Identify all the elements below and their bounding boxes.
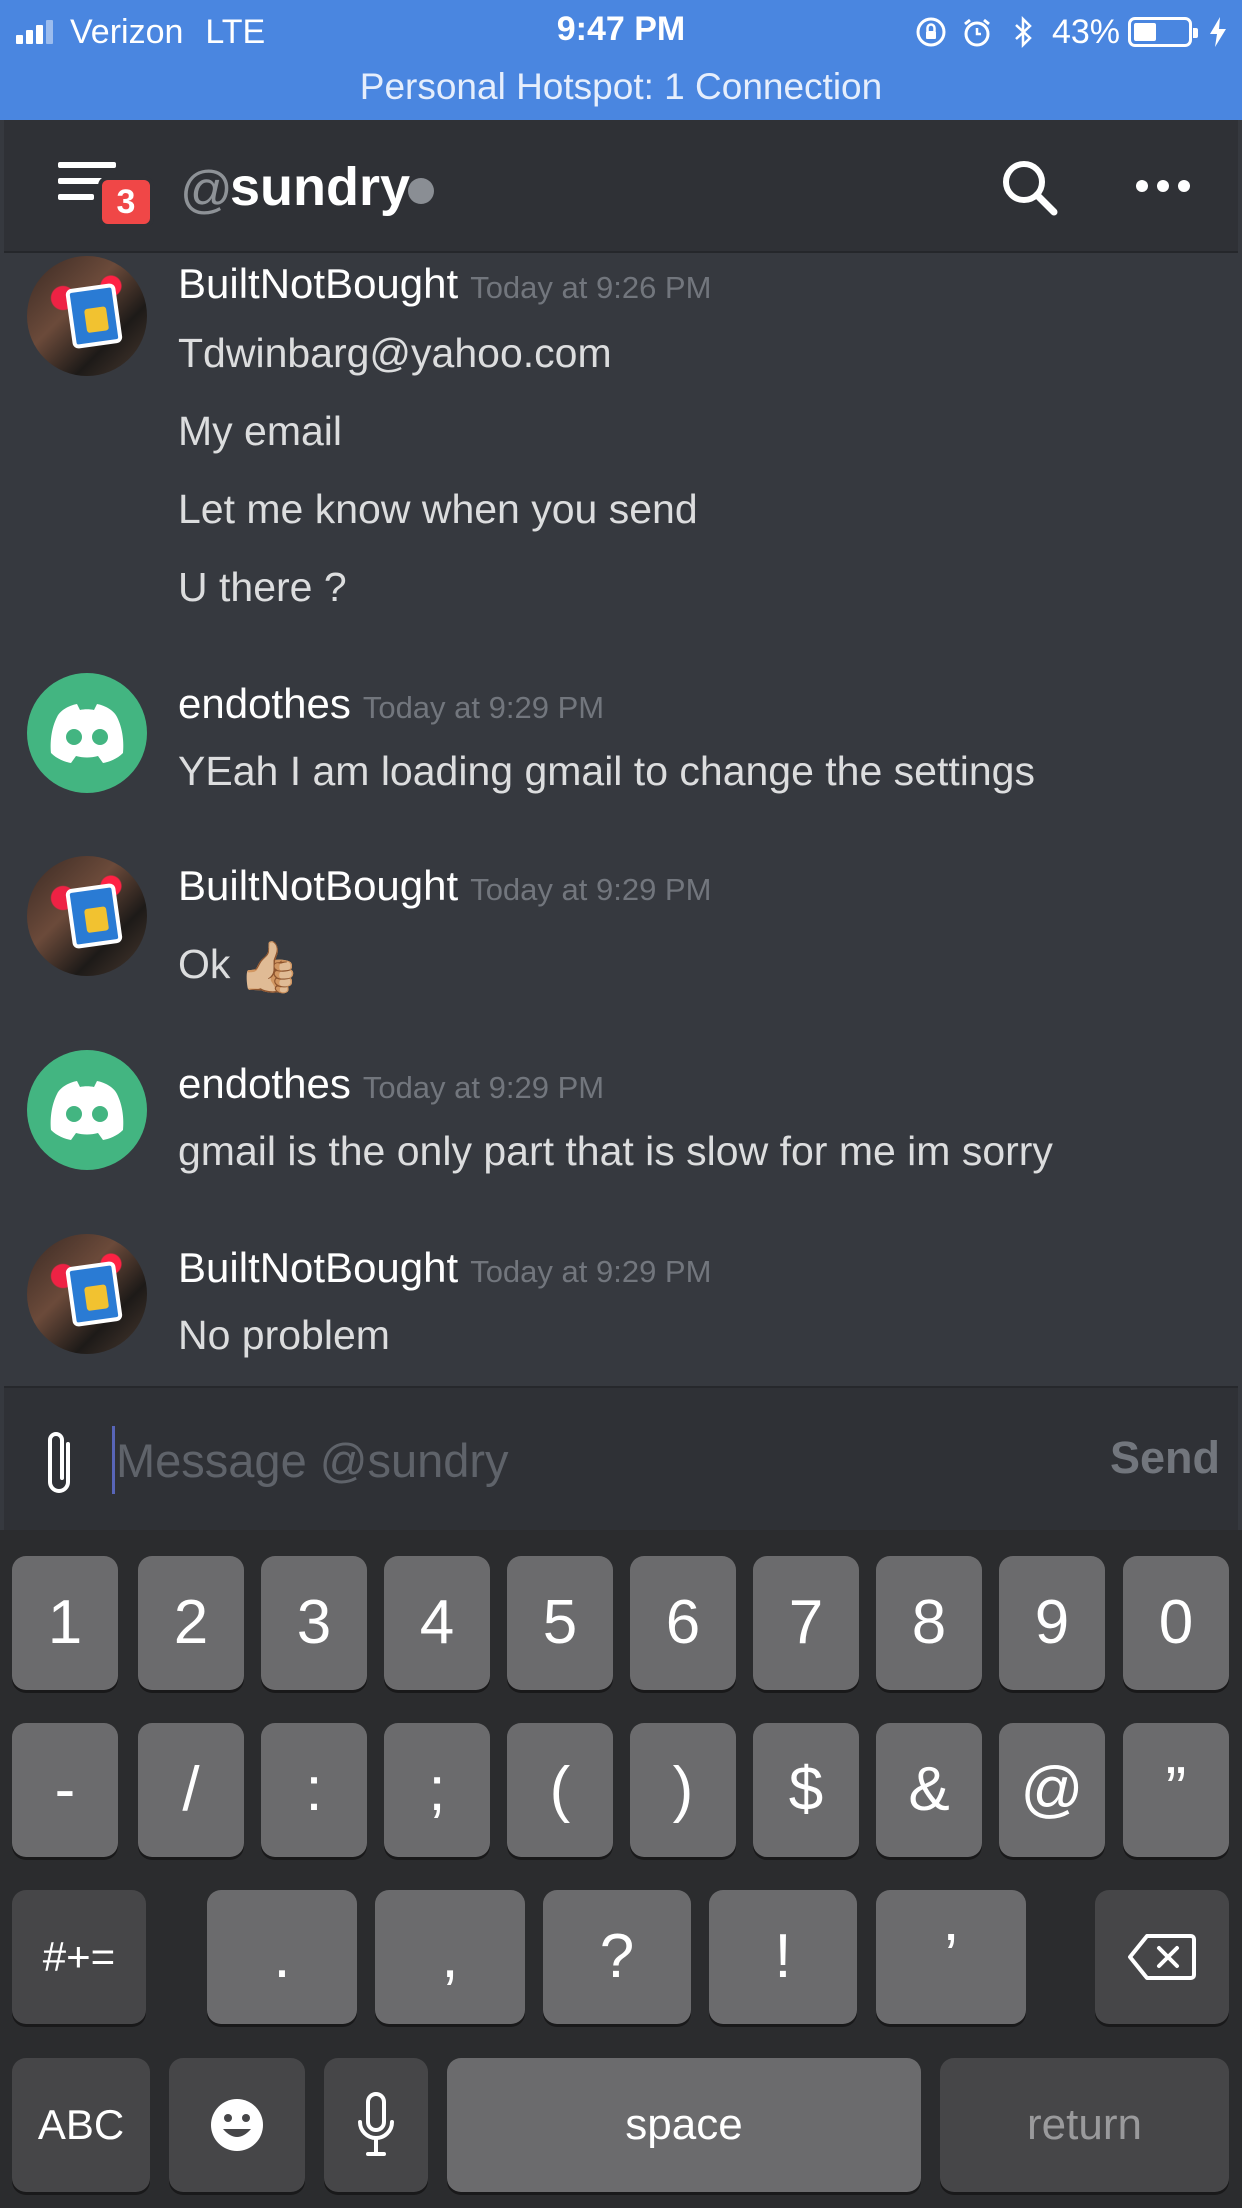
message-author[interactable]: BuiltNotBought bbox=[178, 1244, 458, 1291]
message-input[interactable] bbox=[116, 1422, 1056, 1498]
message-text[interactable]: Tdwinbarg@yahoo.com bbox=[178, 330, 612, 377]
key[interactable]: 4 bbox=[384, 1556, 490, 1690]
key[interactable]: ! bbox=[709, 1890, 857, 2024]
rotation-lock-icon bbox=[916, 17, 946, 47]
key[interactable]: ? bbox=[543, 1890, 691, 2024]
hotspot-banner[interactable]: Personal Hotspot: 1 Connection bbox=[0, 66, 1242, 108]
message-timestamp: Today at 9:29 PM bbox=[470, 1254, 712, 1289]
message-author[interactable]: endothes bbox=[178, 680, 351, 727]
message-timestamp: Today at 9:29 PM bbox=[362, 690, 605, 725]
avatar[interactable] bbox=[27, 1234, 147, 1354]
key[interactable]: $ bbox=[753, 1723, 859, 1857]
microphone-icon bbox=[358, 2092, 394, 2156]
unread-badge: 3 bbox=[98, 176, 154, 228]
discord-logo-icon bbox=[50, 704, 124, 763]
message-author[interactable]: BuiltNotBought bbox=[178, 260, 458, 307]
key[interactable]: , bbox=[375, 1890, 525, 2024]
emoji-key[interactable] bbox=[169, 2058, 305, 2192]
keyboard: 1 2 3 4 5 6 7 8 9 0 - / : ; ( ) $ & @ ” … bbox=[0, 1530, 1242, 2208]
channel-name[interactable]: sundry bbox=[230, 156, 410, 218]
message-timestamp: Today at 9:26 PM bbox=[470, 270, 712, 305]
key[interactable]: . bbox=[207, 1890, 357, 2024]
message-timestamp: Today at 9:29 PM bbox=[362, 1070, 605, 1105]
avatar[interactable] bbox=[27, 856, 147, 976]
backspace-key[interactable] bbox=[1095, 1890, 1229, 2024]
battery-icon bbox=[1128, 17, 1198, 47]
key[interactable]: ” bbox=[1123, 1723, 1229, 1857]
message-text[interactable]: gmail is the only part that is slow for … bbox=[178, 1128, 1053, 1175]
key[interactable]: ; bbox=[384, 1723, 490, 1857]
key[interactable]: 2 bbox=[138, 1556, 244, 1690]
space-key[interactable]: space bbox=[447, 2058, 921, 2192]
message-text[interactable]: U there ? bbox=[178, 564, 347, 611]
text-caret bbox=[112, 1426, 115, 1494]
key[interactable]: 6 bbox=[630, 1556, 736, 1690]
symbols-key[interactable]: #+= bbox=[12, 1890, 146, 2024]
presence-dot-icon bbox=[408, 178, 434, 204]
alarm-icon bbox=[964, 18, 990, 47]
message-text[interactable]: My email bbox=[178, 408, 342, 455]
thumbs-up-emoji: 👍🏼 bbox=[238, 939, 301, 995]
key[interactable]: 0 bbox=[1123, 1556, 1229, 1690]
return-key[interactable]: return bbox=[940, 2058, 1229, 2192]
key[interactable]: ’ bbox=[876, 1890, 1026, 2024]
search-icon[interactable] bbox=[1000, 158, 1060, 218]
key[interactable]: 3 bbox=[261, 1556, 367, 1690]
message-text[interactable]: Let me know when you send bbox=[178, 486, 698, 533]
message-text-body: Ok bbox=[178, 941, 231, 987]
avatar[interactable] bbox=[27, 1050, 147, 1170]
message-timestamp: Today at 9:29 PM bbox=[470, 872, 712, 907]
message-header: endothes Today at 9:29 PM bbox=[178, 1060, 604, 1108]
message-text[interactable]: Ok 👍🏼 bbox=[178, 938, 301, 997]
message-text[interactable]: YEah I am loading gmail to change the se… bbox=[178, 748, 1035, 795]
message-list[interactable]: BuiltNotBought Today at 9:26 PM Tdwinbarg… bbox=[4, 254, 1238, 1386]
at-symbol: @ bbox=[180, 161, 233, 219]
avatar[interactable] bbox=[27, 673, 147, 793]
send-button[interactable]: Send bbox=[1110, 1432, 1220, 1484]
status-right: 43% bbox=[902, 12, 1230, 52]
abc-key[interactable]: ABC bbox=[12, 2058, 150, 2192]
backspace-icon bbox=[1128, 1934, 1196, 1980]
key[interactable]: / bbox=[138, 1723, 244, 1857]
key[interactable]: 1 bbox=[12, 1556, 118, 1690]
avatar[interactable] bbox=[27, 256, 147, 376]
message-author[interactable]: endothes bbox=[178, 1060, 351, 1107]
message-composer: Send bbox=[4, 1386, 1238, 1530]
more-options-icon[interactable] bbox=[1136, 176, 1190, 196]
message-header: BuiltNotBought Today at 9:26 PM bbox=[178, 260, 711, 308]
key[interactable]: & bbox=[876, 1723, 982, 1857]
message-header: endothes Today at 9:29 PM bbox=[178, 680, 604, 728]
key[interactable]: : bbox=[261, 1723, 367, 1857]
key[interactable]: - bbox=[12, 1723, 118, 1857]
emoji-icon bbox=[211, 2099, 263, 2151]
key[interactable]: 9 bbox=[999, 1556, 1105, 1690]
key[interactable]: ( bbox=[507, 1723, 613, 1857]
key[interactable]: 7 bbox=[753, 1556, 859, 1690]
message-text[interactable]: No problem bbox=[178, 1312, 390, 1359]
key[interactable]: @ bbox=[999, 1723, 1105, 1857]
key[interactable]: 8 bbox=[876, 1556, 982, 1690]
discord-logo-icon bbox=[50, 1081, 124, 1140]
battery-percent: 43% bbox=[1051, 12, 1120, 51]
message-header: BuiltNotBought Today at 9:29 PM bbox=[178, 862, 711, 910]
channel-header: 3 @ sundry bbox=[4, 120, 1238, 253]
message-author[interactable]: BuiltNotBought bbox=[178, 862, 458, 909]
bluetooth-icon bbox=[1015, 15, 1032, 49]
message-header: BuiltNotBought Today at 9:29 PM bbox=[178, 1244, 711, 1292]
key[interactable]: ) bbox=[630, 1723, 736, 1857]
key[interactable]: 5 bbox=[507, 1556, 613, 1690]
status-bar: Verizon LTE 9:47 PM 43% Personal Hotspot… bbox=[0, 0, 1242, 120]
paperclip-icon[interactable] bbox=[38, 1424, 82, 1498]
microphone-key[interactable] bbox=[324, 2058, 428, 2192]
charging-icon bbox=[1210, 17, 1226, 47]
